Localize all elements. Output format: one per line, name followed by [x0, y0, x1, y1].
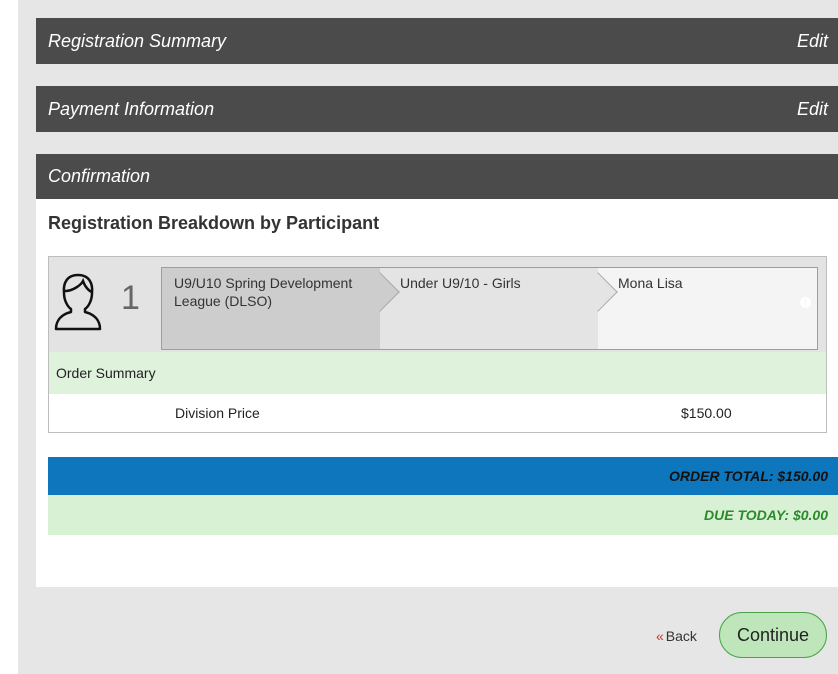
back-link[interactable]: « Back — [656, 628, 697, 644]
crumb-division: Under U9/10 - Girls — [380, 268, 618, 349]
participant-card: 1 U9/U10 Spring Development League (DLSO… — [48, 256, 827, 433]
registration-summary-header: Registration Summary Edit — [36, 18, 838, 64]
order-summary-label: Order Summary — [56, 365, 156, 381]
participant-header: 1 U9/U10 Spring Development League (DLSO… — [49, 257, 826, 352]
line-item-price: $150.00 — [681, 405, 732, 421]
double-chevron-left-icon: « — [656, 628, 664, 644]
crumb-participant-label: Mona Lisa — [618, 275, 683, 291]
confirmation-header: Confirmation — [36, 154, 838, 199]
due-today-text: DUE TODAY: $0.00 — [704, 507, 828, 523]
continue-button[interactable]: Continue — [719, 612, 827, 658]
order-summary-row: Order Summary — [49, 352, 826, 394]
edit-summary-link[interactable]: Edit — [797, 31, 828, 52]
payment-information-header: Payment Information Edit — [36, 86, 838, 132]
payment-information-title: Payment Information — [48, 98, 215, 119]
back-label: Back — [665, 628, 697, 644]
edit-payment-link[interactable]: Edit — [797, 99, 828, 120]
confirmation-card: Registration Breakdown by Participant 1 … — [36, 199, 838, 587]
info-icon[interactable]: i — [800, 297, 811, 308]
confirmation-title: Confirmation — [48, 166, 151, 186]
line-item-row: Division Price $150.00 — [49, 394, 826, 432]
crumb-division-label: Under U9/10 - Girls — [400, 275, 521, 291]
breakdown-title: Registration Breakdown by Participant — [48, 213, 380, 233]
due-today-bar: DUE TODAY: $0.00 — [48, 495, 838, 535]
line-item-description: Division Price — [175, 405, 260, 421]
participant-number: 1 — [121, 279, 140, 317]
crumb-participant: Mona Lisa i — [598, 268, 817, 349]
crumb-league-label: U9/U10 Spring Development League (DLSO) — [174, 275, 353, 309]
participant-breadcrumb: U9/U10 Spring Development League (DLSO) … — [161, 267, 818, 350]
registration-summary-title: Registration Summary — [48, 30, 227, 51]
order-total-text: ORDER TOTAL: $150.00 — [669, 468, 828, 484]
crumb-league: U9/U10 Spring Development League (DLSO) — [162, 268, 400, 349]
user-outline-icon — [54, 273, 102, 331]
order-total-bar: ORDER TOTAL: $150.00 — [48, 457, 838, 495]
